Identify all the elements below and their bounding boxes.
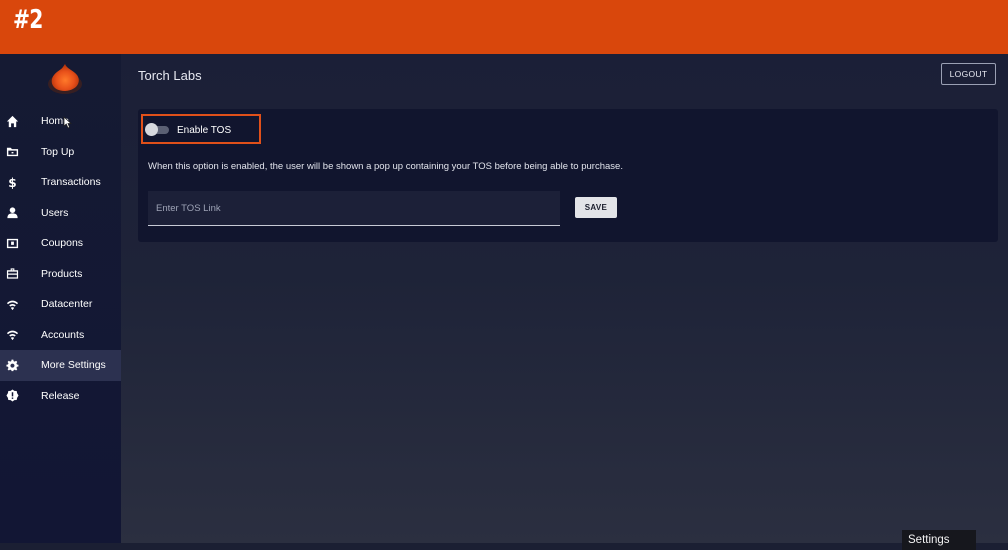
sidebar-item-transactions[interactable]: $ Transactions — [0, 167, 121, 198]
sidebar-item-label: Datacenter — [41, 298, 93, 311]
mouse-cursor-icon — [63, 116, 73, 129]
flame-logo-icon[interactable] — [46, 62, 84, 94]
settings-tooltip: Settings — [902, 530, 976, 550]
enable-tos-label: Enable TOS — [177, 125, 232, 136]
sidebar-nav: Home Top Up $ Transactions Users Coupons… — [0, 106, 121, 411]
wallet-icon — [5, 145, 19, 159]
wifi-icon — [5, 297, 19, 311]
sidebar-item-label: Release — [41, 389, 80, 402]
page-title: Torch Labs — [138, 68, 202, 83]
sidebar-item-more-settings[interactable]: More Settings — [0, 350, 121, 381]
briefcase-icon — [5, 267, 19, 281]
sidebar-item-datacenter[interactable]: Datacenter — [0, 289, 121, 320]
dollar-icon: $ — [5, 175, 19, 189]
logout-button[interactable]: LOGOUT — [941, 63, 996, 85]
toggle-knob — [145, 123, 158, 136]
sidebar-item-label: Accounts — [41, 328, 85, 341]
save-button[interactable]: SAVE — [575, 197, 617, 218]
tos-link-input[interactable] — [148, 191, 560, 226]
app-window: Home Top Up $ Transactions Users Coupons… — [0, 54, 1008, 550]
sidebar-item-label: Products — [41, 267, 83, 280]
sidebar-item-coupons[interactable]: Coupons — [0, 228, 121, 259]
release-badge-icon — [5, 389, 19, 403]
tos-settings-card: Enable TOS When this option is enabled, … — [138, 109, 998, 242]
video-banner: #2 — [0, 0, 1008, 54]
sidebar-item-label: Users — [41, 206, 69, 219]
enable-tos-toggle[interactable] — [145, 123, 169, 136]
sidebar: Home Top Up $ Transactions Users Coupons… — [0, 54, 121, 543]
sidebar-item-users[interactable]: Users — [0, 198, 121, 229]
sidebar-item-label: Transactions — [41, 176, 101, 189]
sidebar-item-home[interactable]: Home — [0, 106, 121, 137]
tos-description: When this option is enabled, the user wi… — [148, 161, 623, 172]
gear-icon — [5, 358, 19, 372]
sidebar-item-label: More Settings — [41, 359, 106, 372]
sidebar-item-products[interactable]: Products — [0, 259, 121, 290]
svg-text:$: $ — [8, 176, 16, 189]
sidebar-item-accounts[interactable]: Accounts — [0, 320, 121, 351]
banner-label: #2 — [13, 5, 43, 35]
sidebar-item-release[interactable]: Release — [0, 381, 121, 412]
user-icon — [5, 206, 19, 220]
coupon-icon — [5, 236, 19, 250]
wifi-icon — [5, 328, 19, 342]
home-icon — [5, 114, 19, 128]
sidebar-item-label: Top Up — [41, 145, 75, 158]
sidebar-item-label: Coupons — [41, 237, 84, 250]
sidebar-item-top-up[interactable]: Top Up — [0, 137, 121, 168]
